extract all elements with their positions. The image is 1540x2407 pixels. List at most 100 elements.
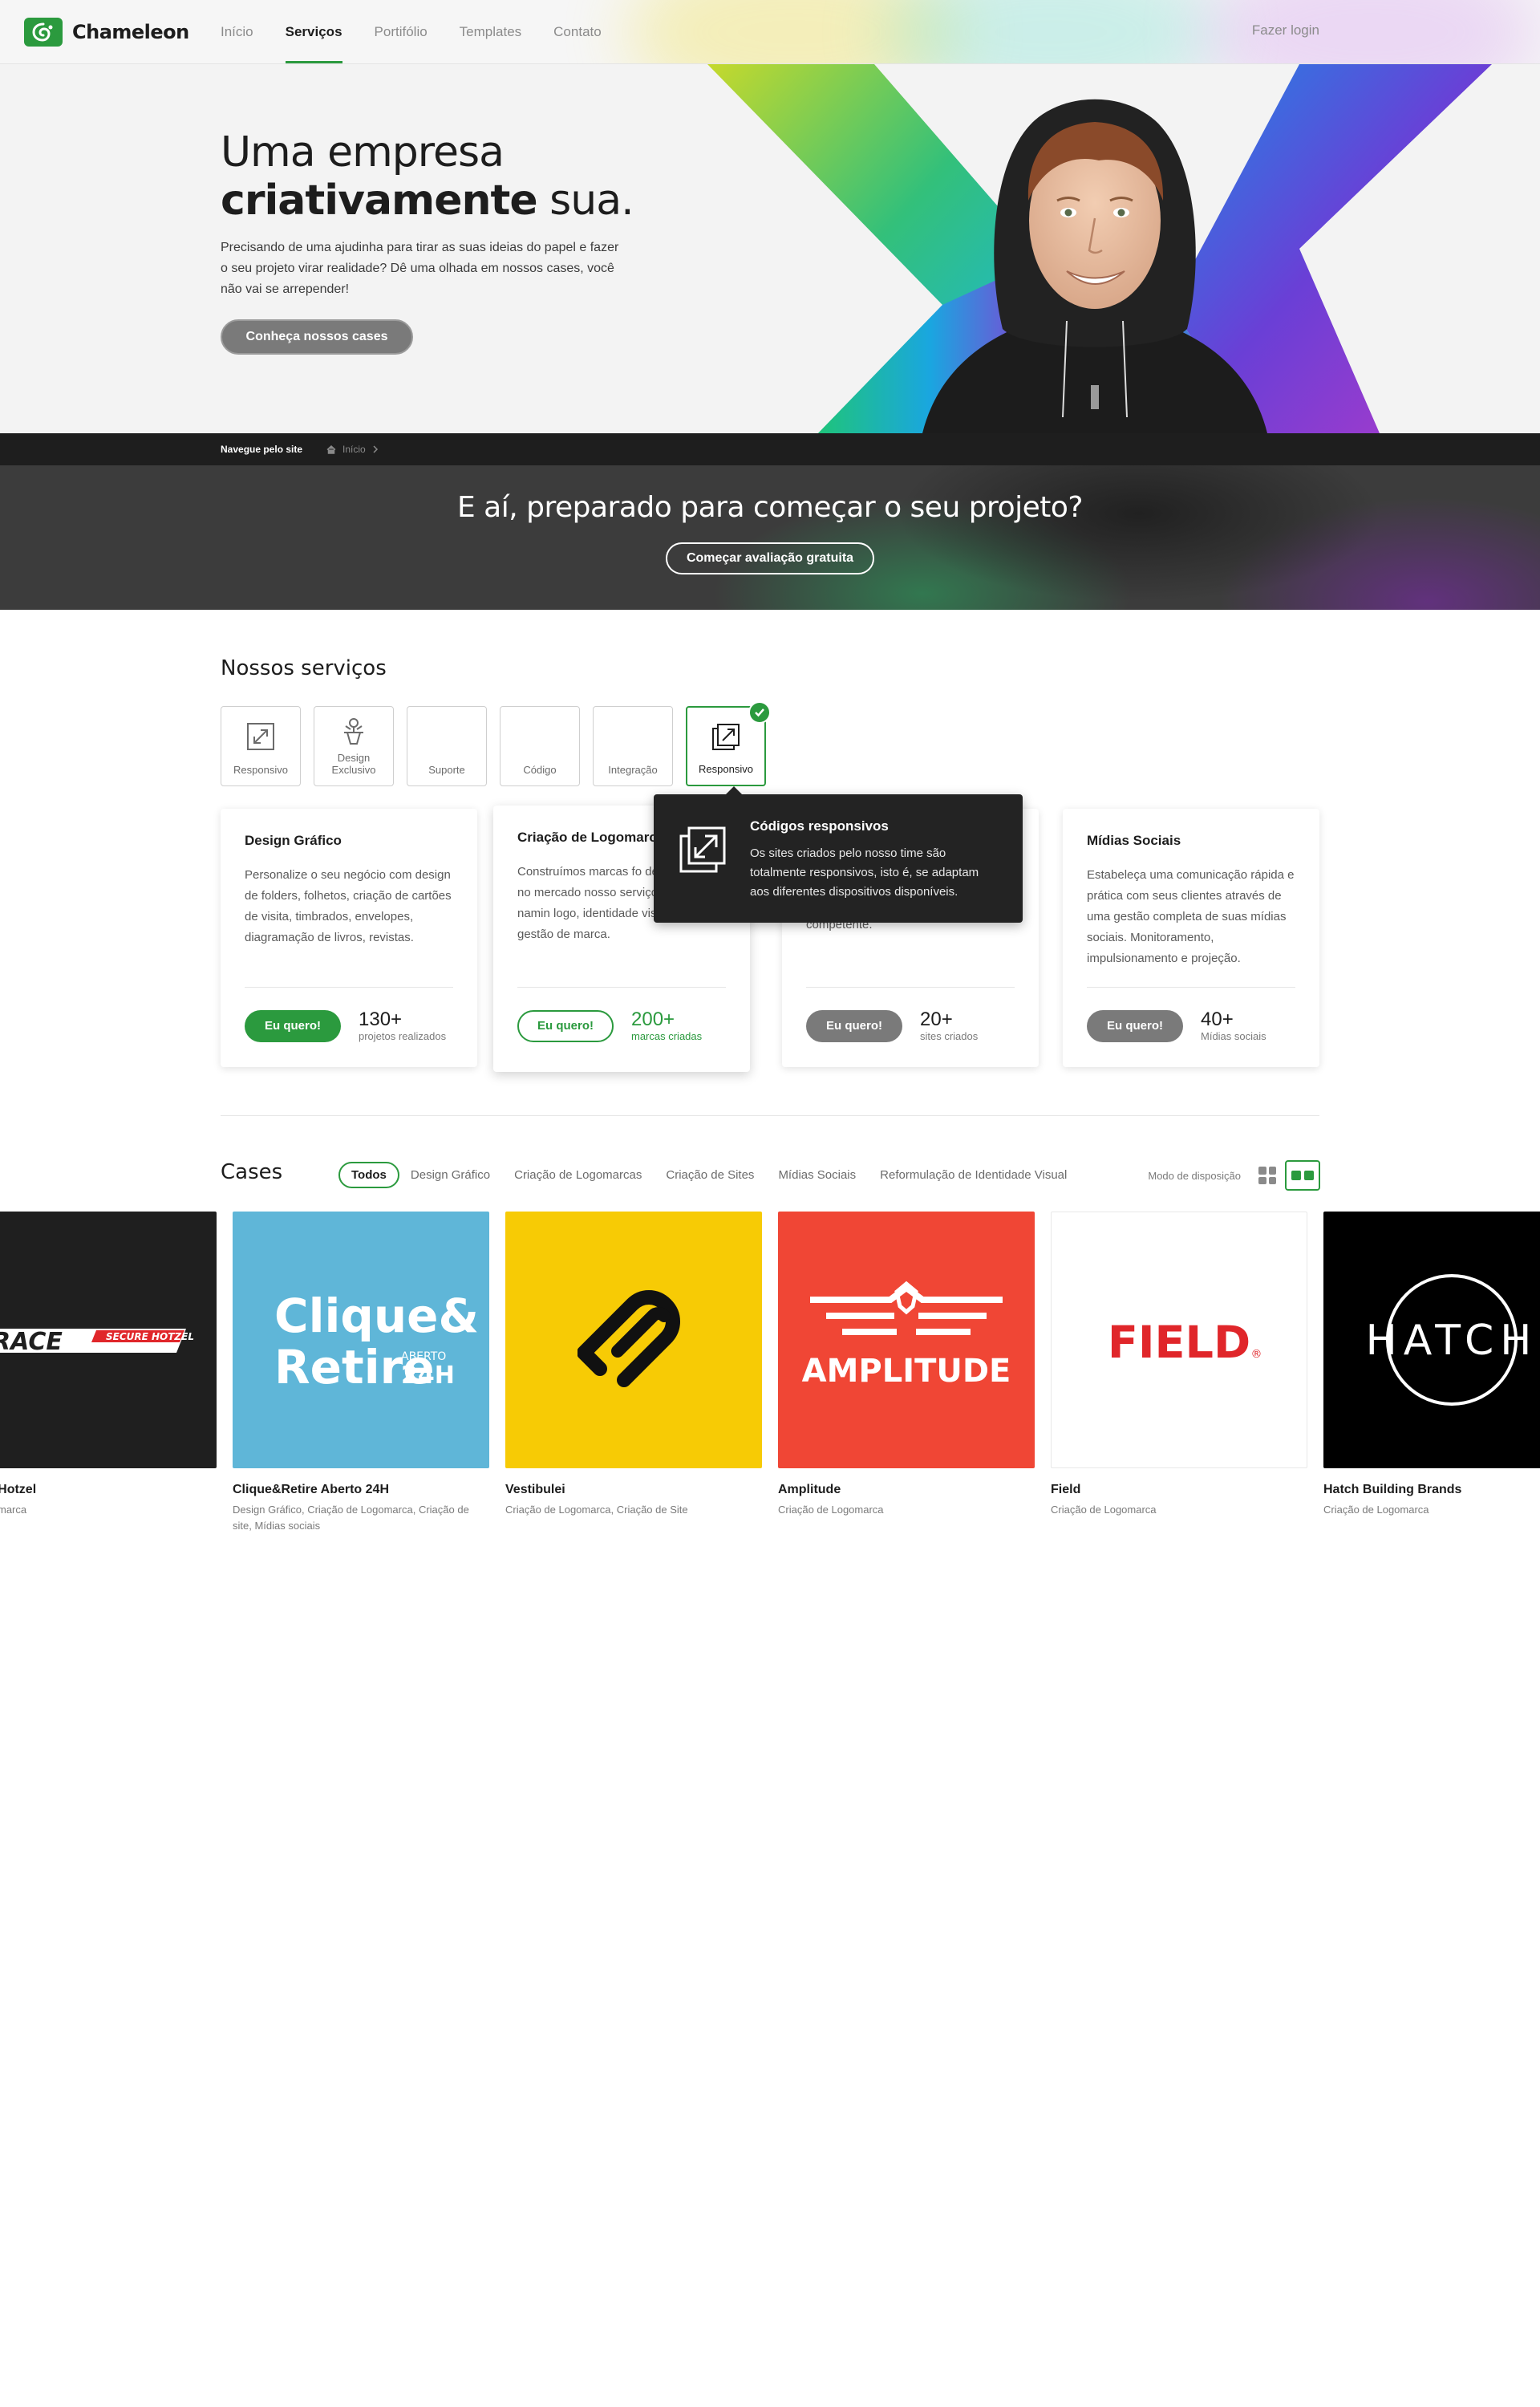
tab-label: Integração	[608, 764, 658, 776]
card-stat: 40+ Mídias sociais	[1201, 1009, 1266, 1043]
cta-background	[714, 465, 1540, 610]
case-name: ecure Hotzel	[0, 1483, 37, 1496]
service-card: Design Gráfico Personalize o seu negócio…	[221, 809, 477, 1067]
svg-text:24H: 24H	[401, 1362, 455, 1390]
top-navbar: Chameleon Início Serviços Portifólio Tem…	[0, 0, 1540, 64]
stat-label: Mídias sociais	[1201, 1030, 1266, 1042]
brand-logo[interactable]: Chameleon	[24, 18, 189, 47]
case-card[interactable]: AMPLITUDE Amplitude Criação de Logomarca	[778, 1212, 1035, 1518]
nav-glow-teal	[882, 0, 1219, 63]
tab-label: Responsivo	[233, 764, 288, 776]
breadcrumb-title: Navegue pelo site	[221, 444, 303, 455]
cta-title: E aí, preparado para começar o seu proje…	[456, 491, 1084, 524]
stat-number: 40+	[1201, 1009, 1234, 1030]
hero-description: Precisando de uma ajudinha para tirar as…	[221, 241, 619, 296]
responsive-icon	[712, 724, 740, 750]
card-title: Mídias Sociais	[1087, 833, 1181, 848]
breadcrumb-bar: Navegue pelo site Início	[0, 433, 1540, 465]
nav-link-templates[interactable]: Templates	[460, 0, 521, 63]
stat-label: marcas criadas	[631, 1030, 703, 1042]
hero-title-line1: Uma empresa	[221, 128, 505, 177]
tab-design-exclusivo[interactable]: Design Exclusivo	[314, 706, 394, 786]
card-divider	[517, 987, 726, 988]
breadcrumb-home[interactable]: Início	[326, 444, 379, 455]
case-card[interactable]: Clique& Retire ABERTO 24H Clique&Retire …	[233, 1212, 489, 1534]
case-name: Clique&Retire Aberto 24H	[233, 1483, 389, 1496]
want-it-button[interactable]: Eu quero!	[1087, 1009, 1183, 1042]
chameleon-logo-icon	[24, 18, 63, 47]
case-name: Hatch Building Brands	[1323, 1483, 1462, 1496]
cases-title: Cases	[221, 1160, 283, 1184]
case-category: Criação de Logomarca, Criação de Site	[505, 1504, 688, 1516]
see-cases-button[interactable]: Conheça nossos cases	[221, 319, 413, 355]
design-icon	[344, 718, 363, 745]
svg-text:SECURE HOTZEL: SECURE HOTZEL	[106, 1331, 194, 1342]
case-category: Criação de Logomarca	[778, 1504, 884, 1516]
tab-responsivo-active[interactable]: Responsivo	[686, 701, 771, 786]
case-thumbnail	[505, 1212, 762, 1468]
case-card[interactable]: FIELD ® Field Criação de Logomarca	[1051, 1212, 1307, 1518]
tab-codigo[interactable]: Código	[500, 706, 580, 786]
card-stat: 20+ sites criados	[920, 1009, 978, 1043]
hero-banner: Uma empresa criativamente sua. Precisand…	[0, 64, 1540, 433]
case-card[interactable]: HATCH Hatch Building Brands Criação de L…	[1323, 1212, 1540, 1518]
services-title: Nossos serviços	[221, 656, 387, 680]
card-stat: 200+ marcas criadas	[631, 1009, 703, 1043]
hatch-logo: HATCH	[1366, 1274, 1531, 1406]
tab-label: Suporte	[428, 764, 465, 776]
amplitude-logo: AMPLITUDE	[802, 1281, 1011, 1390]
card-stat: 130+ projetos realizados	[359, 1009, 447, 1043]
brand-name: Chameleon	[72, 21, 189, 43]
want-it-button[interactable]: Eu quero!	[517, 1009, 614, 1042]
want-it-button[interactable]: Eu quero!	[245, 1009, 341, 1042]
nav-link-inicio[interactable]: Início	[221, 0, 253, 63]
card-divider	[245, 987, 453, 988]
filter-midias-sociais[interactable]: Mídias Sociais	[778, 1168, 856, 1182]
grid-view-icon[interactable]	[1256, 1164, 1279, 1187]
svg-text:RACE: RACE	[0, 1328, 63, 1356]
breadcrumb-item-label: Início	[342, 444, 366, 455]
stat-number: 20+	[920, 1009, 953, 1030]
hero-title: Uma empresa criativamente sua.	[221, 128, 634, 225]
section-divider	[221, 1115, 1319, 1116]
hero-title-bold: criativamente	[221, 177, 538, 225]
home-icon	[326, 444, 336, 454]
svg-text:FIELD: FIELD	[1108, 1317, 1250, 1369]
case-thumbnail: Clique& Retire ABERTO 24H	[233, 1212, 489, 1468]
case-category: Criação de Logomarca	[1323, 1504, 1429, 1516]
tab-suporte[interactable]: Suporte	[407, 706, 487, 786]
filter-sites[interactable]: Criação de Sites	[666, 1168, 754, 1182]
filter-identidade-visual[interactable]: Reformulação de Identidade Visual	[880, 1168, 1067, 1182]
nav-link-portifolio[interactable]: Portifólio	[375, 0, 428, 63]
case-card[interactable]: Vestibulei Criação de Logomarca, Criação…	[505, 1212, 762, 1518]
filter-todos[interactable]: Todos	[338, 1162, 399, 1188]
chevron-right-icon	[373, 445, 378, 453]
large-view-icon[interactable]	[1285, 1160, 1320, 1191]
case-card[interactable]: RACE SECURE HOTZEL ecure Hotzel de Logom…	[0, 1212, 217, 1518]
free-evaluation-button[interactable]: Começar avaliação gratuita	[666, 542, 874, 574]
case-thumbnail: FIELD ®	[1051, 1212, 1307, 1468]
want-it-button[interactable]: Eu quero!	[806, 1009, 902, 1042]
cta-band: E aí, preparado para começar o seu proje…	[0, 465, 1540, 610]
tab-integracao[interactable]: Integração	[593, 706, 673, 786]
tooltip-text: Os sites criados pelo nosso time são tot…	[750, 846, 979, 899]
filter-logomarcas[interactable]: Criação de Logomarcas	[514, 1168, 642, 1182]
stat-label: projetos realizados	[359, 1030, 447, 1042]
filter-design-grafico[interactable]: Design Gráfico	[411, 1168, 490, 1182]
case-thumbnail: AMPLITUDE	[778, 1212, 1035, 1468]
case-category: Criação de Logomarca	[1051, 1504, 1157, 1516]
tab-label: Design Exclusivo	[331, 752, 376, 776]
card-text: Personalize o seu negócio com design de …	[245, 868, 452, 944]
tab-responsivo[interactable]: Responsivo	[221, 706, 301, 786]
login-link[interactable]: Fazer login	[1252, 22, 1319, 39]
case-thumbnail: HATCH	[1323, 1212, 1540, 1468]
case-name: Amplitude	[778, 1483, 841, 1496]
svg-text:AMPLITUDE: AMPLITUDE	[802, 1353, 1011, 1390]
main-menu: Início Serviços Portifólio Templates Con…	[221, 0, 634, 63]
service-tabs: Responsivo Design Exclusivo Suporte Códi…	[221, 701, 771, 786]
nav-link-servicos[interactable]: Serviços	[285, 0, 342, 63]
nav-link-contato[interactable]: Contato	[553, 0, 602, 63]
card-text: Estabeleça uma comunicação rápida e prát…	[1087, 868, 1295, 965]
vestibulei-clip-icon	[578, 1290, 680, 1387]
field-logo: FIELD ®	[1108, 1317, 1262, 1369]
